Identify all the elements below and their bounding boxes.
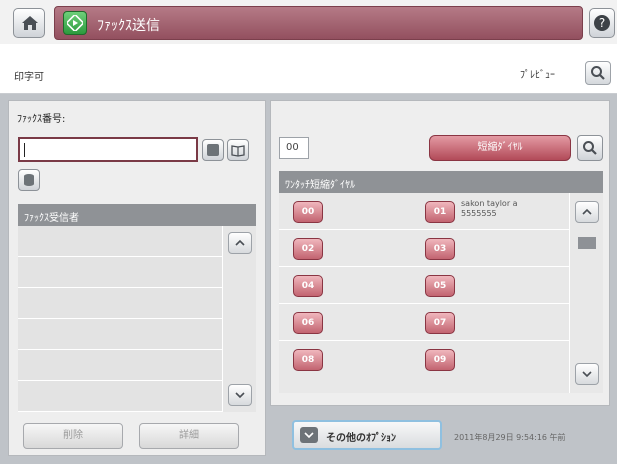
keypad-button[interactable] xyxy=(202,139,224,161)
speed-dial-button[interactable]: 短縮ﾀﾞｲﾔﾙ xyxy=(429,135,571,161)
text-caret xyxy=(24,143,25,157)
details-button[interactable]: 詳細 xyxy=(139,423,239,449)
chevron-down-icon xyxy=(582,371,592,378)
table-row: 04 05 xyxy=(279,267,569,304)
fax-number-input[interactable] xyxy=(18,137,198,162)
scroll-up-button[interactable] xyxy=(228,232,252,254)
speed-dial-04-button[interactable]: 04 xyxy=(293,275,323,297)
magnifier-icon xyxy=(591,66,605,80)
cylinder-icon xyxy=(24,174,34,186)
table-row: 00 01 sakon taylor a 5555555 xyxy=(279,193,569,230)
one-touch-header: ﾜﾝﾀｯﾁ短縮ﾀﾞｲﾔﾙ xyxy=(279,171,603,193)
scroll-down-button[interactable] xyxy=(228,384,252,406)
fax-recipient-panel: ﾌｧｯｸｽ番号: ﾌｧｯｸｽ受信者 削除 詳細 xyxy=(8,100,266,456)
speed-dial-code-input[interactable]: 00 xyxy=(279,137,309,159)
keypad-icon xyxy=(207,144,219,156)
speed-dial-06-button[interactable]: 06 xyxy=(293,312,323,334)
table-row: 06 07 xyxy=(279,304,569,341)
speed-dial-01-button[interactable]: 01 xyxy=(425,201,455,223)
recipient-list xyxy=(18,226,222,412)
chevron-down-icon xyxy=(300,427,318,443)
magnifier-icon xyxy=(583,141,597,155)
chevron-up-icon xyxy=(582,208,592,215)
fax-number-label: ﾌｧｯｸｽ番号: xyxy=(17,114,66,125)
recipient-list-header: ﾌｧｯｸｽ受信者 xyxy=(18,204,256,226)
fax-start-icon xyxy=(63,11,87,35)
preview-label: ﾌﾟﾚﾋﾞｭｰ xyxy=(520,70,555,81)
more-options-button[interactable]: その他のｵﾌﾟｼｮﾝ xyxy=(292,420,442,450)
status-message: 印字可 xyxy=(14,72,44,83)
table-row: 02 03 xyxy=(279,230,569,267)
scroll-thumb[interactable] xyxy=(578,237,596,249)
date-time: 2011年8月29日 9:54:16 午前 xyxy=(454,433,566,442)
page-title: ﾌｧｯｸｽ送信 xyxy=(97,18,160,34)
help-button[interactable]: ? xyxy=(589,8,615,38)
more-options-label: その他のｵﾌﾟｼｮﾝ xyxy=(326,433,396,444)
chevron-up-icon xyxy=(235,239,245,246)
home-button[interactable] xyxy=(13,8,45,38)
speed-dial-grid: 00 01 sakon taylor a 5555555 02 03 04 05… xyxy=(279,193,569,393)
list-item[interactable] xyxy=(18,288,222,319)
speed-dial-09-button[interactable]: 09 xyxy=(425,349,455,371)
title-bar: ﾌｧｯｸｽ送信 ? xyxy=(0,0,617,44)
list-item[interactable] xyxy=(18,381,222,412)
preview-button[interactable] xyxy=(585,61,611,85)
phonebook-button[interactable] xyxy=(227,139,249,161)
speed-dial-search-button[interactable] xyxy=(577,135,603,161)
speed-dial-scrollbar xyxy=(569,193,603,393)
list-item[interactable] xyxy=(18,226,222,257)
speed-dial-07-button[interactable]: 07 xyxy=(425,312,455,334)
list-item[interactable] xyxy=(18,257,222,288)
chevron-down-icon xyxy=(235,392,245,399)
table-row: 08 09 xyxy=(279,341,569,378)
recipient-scrollbar xyxy=(222,226,256,412)
speed-dial-03-button[interactable]: 03 xyxy=(425,238,455,260)
speed-dial-00-button[interactable]: 00 xyxy=(293,201,323,223)
status-bar: 印字可 ﾌﾟﾚﾋﾞｭｰ xyxy=(0,44,617,94)
svg-text:?: ? xyxy=(599,16,605,30)
speed-dial-08-button[interactable]: 08 xyxy=(293,349,323,371)
speed-dial-01-label: sakon taylor a 5555555 xyxy=(461,199,518,219)
scroll-down-button[interactable] xyxy=(575,363,599,385)
add-recipient-button[interactable] xyxy=(18,169,40,191)
title-banner: ﾌｧｯｸｽ送信 xyxy=(54,6,583,40)
speed-dial-01-number: 5555555 xyxy=(461,209,497,218)
book-icon xyxy=(231,145,245,157)
speed-dial-01-name: sakon taylor a xyxy=(461,199,518,208)
help-icon: ? xyxy=(594,15,610,31)
speed-dial-05-button[interactable]: 05 xyxy=(425,275,455,297)
scroll-up-button[interactable] xyxy=(575,201,599,223)
speed-dial-panel: 00 短縮ﾀﾞｲﾔﾙ ﾜﾝﾀｯﾁ短縮ﾀﾞｲﾔﾙ 00 01 sakon tayl… xyxy=(270,100,610,406)
delete-button[interactable]: 削除 xyxy=(23,423,123,449)
home-icon xyxy=(22,16,38,30)
speed-dial-02-button[interactable]: 02 xyxy=(293,238,323,260)
list-item[interactable] xyxy=(18,350,222,381)
list-item[interactable] xyxy=(18,319,222,350)
